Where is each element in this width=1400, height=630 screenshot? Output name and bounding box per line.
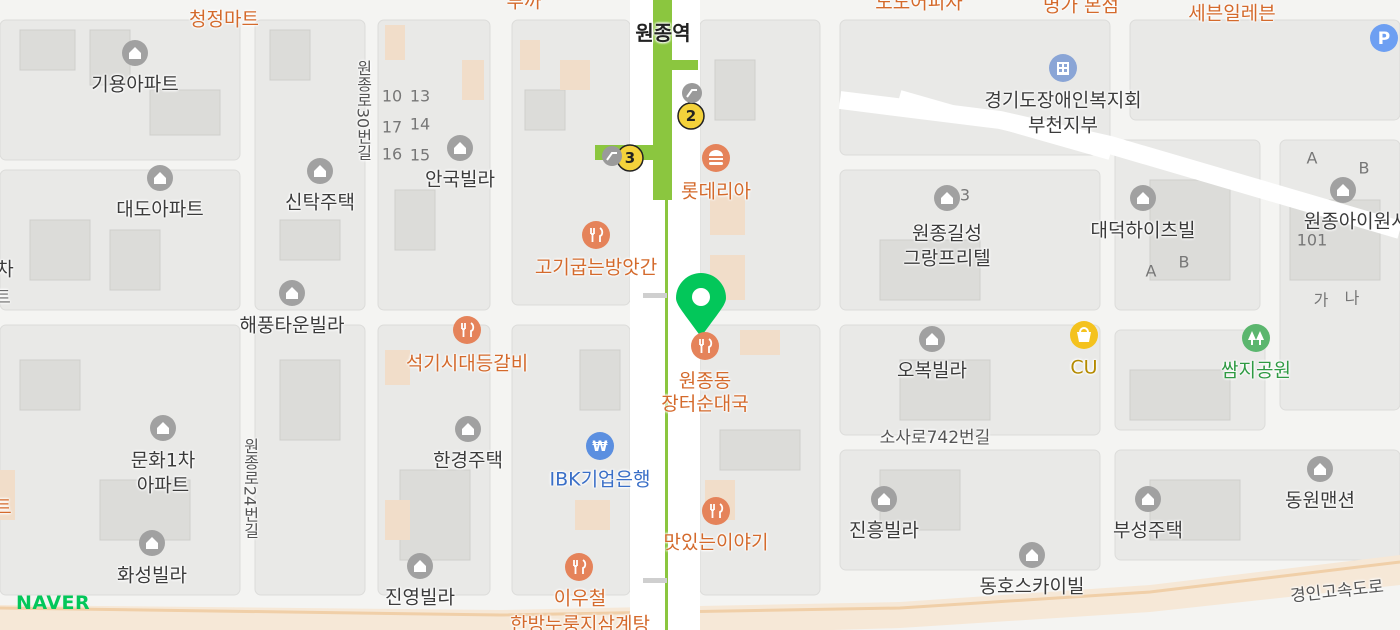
sintak-label[interactable]: 신탁주택 bbox=[285, 192, 355, 215]
map-canvas[interactable]: 원종역 2 3 원종동 장터순대국 롯데리아 고기굽는방앗간 석기시대등갈비 맛… bbox=[0, 0, 1400, 630]
restaurant-icon[interactable] bbox=[701, 496, 731, 530]
lot-number: 10 bbox=[381, 86, 403, 106]
wonjonggil-label[interactable]: 원종길성 그랑프리텔 bbox=[903, 221, 990, 270]
daedeok-label[interactable]: 대덕하이츠빌 bbox=[1091, 220, 1196, 243]
park-icon[interactable] bbox=[1241, 323, 1271, 357]
lot-number: 15 bbox=[409, 145, 431, 165]
house-icon[interactable] bbox=[278, 279, 306, 311]
jinyeong-label[interactable]: 진영빌라 bbox=[385, 587, 455, 610]
buseong-label[interactable]: 부성주택 bbox=[1113, 520, 1183, 543]
house-icon[interactable] bbox=[446, 134, 474, 166]
top-seven-label[interactable]: 세븐일레븐 bbox=[1188, 3, 1275, 26]
seokgisi-label[interactable]: 석기시대등갈비 bbox=[406, 353, 528, 376]
lot-number: 3 bbox=[959, 185, 971, 205]
selected-place-line2: 장터순대국 bbox=[661, 393, 749, 415]
block-letter: 나 bbox=[1344, 288, 1360, 308]
house-icon[interactable] bbox=[1306, 455, 1334, 487]
dongwon-label[interactable]: 동원맨션 bbox=[1285, 490, 1355, 513]
hangyeong-label[interactable]: 한경주택 bbox=[433, 450, 503, 473]
house-icon[interactable] bbox=[918, 325, 946, 357]
masinneun-label[interactable]: 맛있는이야기 bbox=[664, 532, 769, 555]
lot-number: 17 bbox=[381, 117, 403, 137]
escalator-icon bbox=[601, 145, 623, 171]
bank-icon[interactable]: ₩ bbox=[585, 431, 615, 465]
block-letter: B bbox=[1358, 158, 1370, 178]
exit-3-number: 3 bbox=[625, 149, 635, 167]
subway-station-label[interactable]: 원종역 bbox=[635, 21, 690, 45]
parking-letter: P bbox=[1378, 29, 1390, 49]
cut-label-1: 차 bbox=[0, 258, 14, 281]
lot-number: 16 bbox=[381, 144, 403, 164]
house-icon[interactable] bbox=[1129, 184, 1157, 216]
gogi-label[interactable]: 고기굽는방앗간 bbox=[535, 257, 657, 280]
burger-icon[interactable] bbox=[701, 143, 731, 177]
restaurant-icon[interactable] bbox=[452, 315, 482, 349]
escalator-icon bbox=[681, 82, 703, 108]
giyong-label[interactable]: 기용아파트 bbox=[91, 74, 178, 97]
top-dodo-label[interactable]: 도도어피자 bbox=[875, 0, 962, 14]
house-icon[interactable] bbox=[1134, 485, 1162, 517]
exit-2-number: 2 bbox=[686, 107, 696, 125]
lotteria-label[interactable]: 롯데리아 bbox=[681, 181, 751, 204]
restaurant-icon[interactable] bbox=[564, 552, 594, 586]
house-icon[interactable] bbox=[121, 39, 149, 71]
house-icon[interactable] bbox=[1329, 176, 1357, 208]
park-label[interactable]: 쌈지공원 bbox=[1221, 360, 1291, 383]
restaurant-icon[interactable] bbox=[581, 220, 611, 254]
cut-label-2: 트 bbox=[0, 287, 11, 308]
wonjong-30-road-label[interactable]: 원종로30번길 bbox=[353, 60, 373, 160]
block-letter: B bbox=[1178, 252, 1190, 272]
house-icon[interactable] bbox=[406, 552, 434, 584]
iucheol-label[interactable]: 이우철 한방누룽지삼계탕 bbox=[510, 586, 650, 630]
house-icon[interactable] bbox=[138, 529, 166, 561]
anguk-villa-label[interactable]: 안국빌라 bbox=[425, 169, 495, 192]
wonjong-24-road-label[interactable]: 원종로24번길 bbox=[240, 438, 260, 538]
lot-number: 101 bbox=[1296, 230, 1328, 250]
house-icon[interactable] bbox=[1018, 541, 1046, 573]
cu-label[interactable]: CU bbox=[1070, 357, 1097, 380]
jinheung-label[interactable]: 진흥빌라 bbox=[849, 520, 919, 543]
ibk-label[interactable]: IBK기업은행 bbox=[549, 469, 650, 492]
house-icon[interactable] bbox=[146, 164, 174, 196]
house-icon[interactable] bbox=[454, 415, 482, 447]
house-icon[interactable] bbox=[149, 414, 177, 446]
block-letter: A bbox=[1145, 261, 1157, 281]
lot-number: 14 bbox=[409, 114, 431, 134]
top-mart-label[interactable]: 청정마트 bbox=[189, 9, 259, 32]
top-left-label[interactable]: 투까 bbox=[507, 0, 542, 13]
hwaseong-label[interactable]: 화성빌라 bbox=[117, 565, 187, 588]
lot-number: 13 bbox=[409, 86, 431, 106]
house-icon[interactable] bbox=[933, 184, 961, 216]
selected-place-label[interactable]: 원종동 장터순대국 bbox=[661, 370, 748, 416]
parking-icon[interactable]: P bbox=[1369, 23, 1399, 57]
dongho-label[interactable]: 동호스카이빌 bbox=[980, 576, 1085, 599]
obok-label[interactable]: 오복빌라 bbox=[897, 360, 967, 383]
convenience-store-icon[interactable] bbox=[1069, 320, 1099, 354]
restaurant-icon[interactable] bbox=[690, 331, 720, 365]
house-icon[interactable] bbox=[306, 157, 334, 189]
soksa-road-label[interactable]: 소사로742번길 bbox=[880, 428, 991, 448]
svg-text:₩: ₩ bbox=[592, 439, 608, 455]
block-letter: A bbox=[1306, 148, 1318, 168]
selected-place-line1: 원종동 bbox=[678, 370, 732, 393]
naver-logo[interactable]: NAVER bbox=[16, 592, 90, 614]
daedo-label[interactable]: 대도아파트 bbox=[116, 199, 203, 222]
top-myeongga-label[interactable]: 명가 본점 bbox=[1043, 0, 1119, 17]
house-icon[interactable] bbox=[870, 485, 898, 517]
welfare-center-label[interactable]: 경기도장애인복지회 부천지부 bbox=[984, 88, 1141, 137]
cut-label-3: 트 bbox=[0, 496, 12, 519]
public-office-icon[interactable] bbox=[1048, 53, 1078, 87]
munhwa-label[interactable]: 문화1차 아파트 bbox=[131, 448, 196, 497]
haepung-label[interactable]: 해풍타운빌라 bbox=[240, 315, 345, 338]
block-letter: 가 bbox=[1313, 290, 1329, 310]
